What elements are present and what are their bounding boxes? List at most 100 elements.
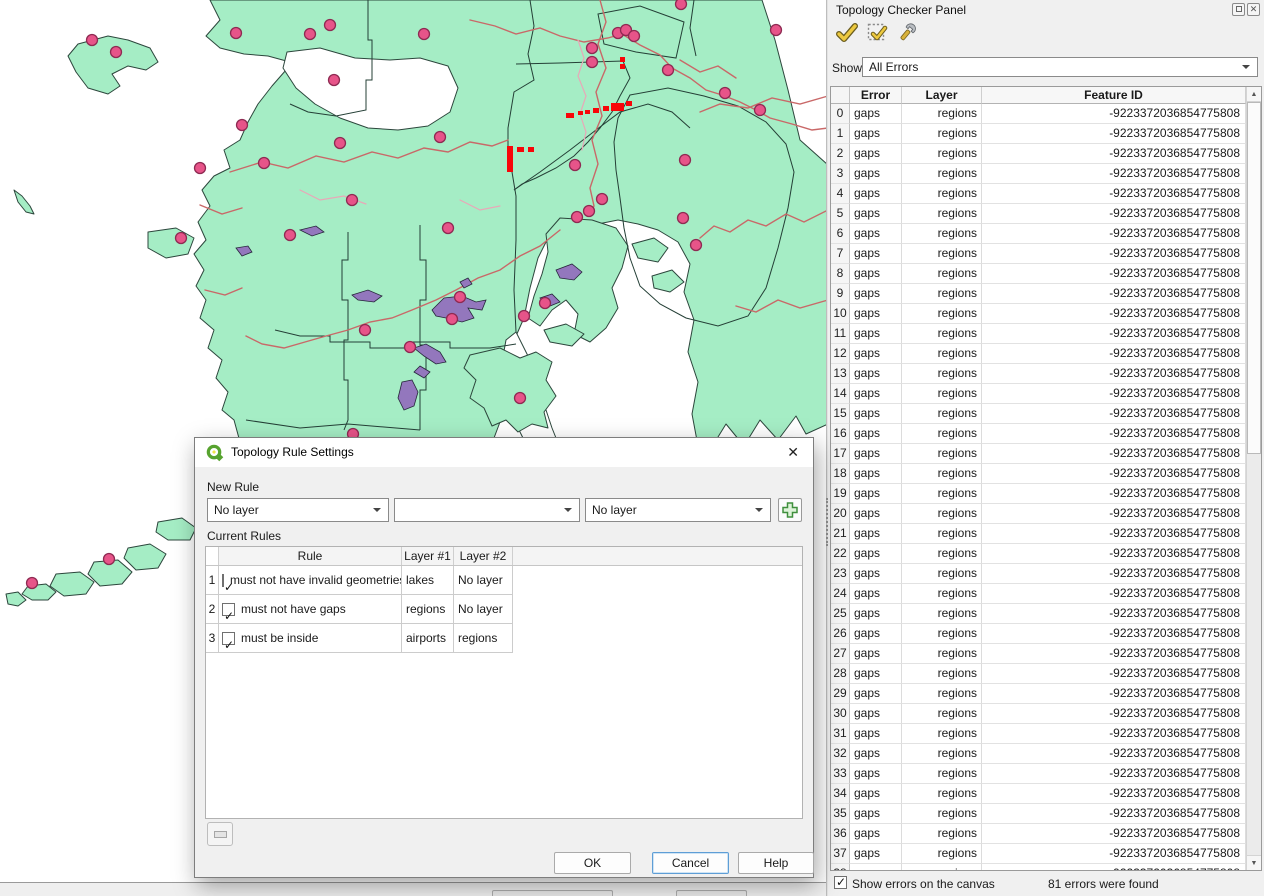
row-index[interactable]: 12: [831, 344, 850, 364]
cancel-button[interactable]: Cancel: [652, 852, 729, 874]
validate-all-icon[interactable]: [834, 20, 860, 46]
rule-enabled-checkbox[interactable]: ✓: [222, 603, 235, 616]
row-index[interactable]: 37: [831, 844, 850, 864]
row-index[interactable]: 29: [831, 684, 850, 704]
row-index[interactable]: 10: [831, 304, 850, 324]
row-index[interactable]: 9: [831, 284, 850, 304]
scrollbar-thumb[interactable]: [1247, 102, 1261, 454]
table-row[interactable]: 6 gaps regions -9223372036854775808: [831, 224, 1261, 244]
table-row[interactable]: 31 gaps regions -9223372036854775808: [831, 724, 1261, 744]
row-index[interactable]: 22: [831, 544, 850, 564]
row-index[interactable]: 13: [831, 364, 850, 384]
row-index[interactable]: 4: [831, 184, 850, 204]
table-row[interactable]: 10 gaps regions -9223372036854775808: [831, 304, 1261, 324]
row-index[interactable]: 21: [831, 524, 850, 544]
show-filter-select[interactable]: All Errors: [862, 57, 1258, 77]
header-layer[interactable]: Layer: [902, 87, 982, 104]
table-row[interactable]: 29 gaps regions -9223372036854775808: [831, 684, 1261, 704]
rule-layer2-select[interactable]: No layer: [585, 498, 771, 522]
row-index[interactable]: 28: [831, 664, 850, 684]
table-row[interactable]: 18 gaps regions -9223372036854775808: [831, 464, 1261, 484]
table-row[interactable]: 11 gaps regions -9223372036854775808: [831, 324, 1261, 344]
row-index[interactable]: 30: [831, 704, 850, 724]
table-row[interactable]: 4 gaps regions -9223372036854775808: [831, 184, 1261, 204]
table-row[interactable]: 27 gaps regions -9223372036854775808: [831, 644, 1261, 664]
row-index[interactable]: 15: [831, 404, 850, 424]
row-index[interactable]: 36: [831, 824, 850, 844]
table-row[interactable]: 30 gaps regions -9223372036854775808: [831, 704, 1261, 724]
table-row[interactable]: 24 gaps regions -9223372036854775808: [831, 584, 1261, 604]
scroll-down-icon[interactable]: ▼: [1247, 855, 1261, 870]
row-index[interactable]: 33: [831, 764, 850, 784]
table-row[interactable]: 34 gaps regions -9223372036854775808: [831, 784, 1261, 804]
scroll-up-icon[interactable]: ▲: [1247, 87, 1261, 102]
table-row[interactable]: 32 gaps regions -9223372036854775808: [831, 744, 1261, 764]
table-row[interactable]: 14 gaps regions -9223372036854775808: [831, 384, 1261, 404]
header-layer2[interactable]: Layer #2: [454, 547, 513, 565]
row-index[interactable]: 7: [831, 244, 850, 264]
table-row[interactable]: 15 gaps regions -9223372036854775808: [831, 404, 1261, 424]
row-index[interactable]: 1: [831, 124, 850, 144]
table-row[interactable]: 9 gaps regions -9223372036854775808: [831, 284, 1261, 304]
row-index[interactable]: 31: [831, 724, 850, 744]
rule-enabled-checkbox[interactable]: ✓: [222, 632, 235, 645]
row-index[interactable]: 16: [831, 424, 850, 444]
ok-button[interactable]: OK: [554, 852, 631, 874]
rule-enabled-checkbox[interactable]: ✓: [222, 574, 224, 587]
header-feature-id[interactable]: Feature ID: [982, 87, 1246, 104]
configure-icon[interactable]: [894, 20, 920, 46]
row-index[interactable]: 19: [831, 484, 850, 504]
table-row[interactable]: 28 gaps regions -9223372036854775808: [831, 664, 1261, 684]
dialog-titlebar[interactable]: Topology Rule Settings ✕: [195, 438, 813, 467]
table-row[interactable]: 17 gaps regions -9223372036854775808: [831, 444, 1261, 464]
row-index[interactable]: 26: [831, 624, 850, 644]
row-index[interactable]: 38: [831, 864, 850, 871]
row-index[interactable]: 27: [831, 644, 850, 664]
table-row[interactable]: 21 gaps regions -9223372036854775808: [831, 524, 1261, 544]
row-index[interactable]: 6: [831, 224, 850, 244]
show-errors-checkbox[interactable]: ✓: [834, 876, 847, 889]
header-error[interactable]: Error: [850, 87, 902, 104]
delete-rule-button[interactable]: [207, 822, 233, 846]
row-index[interactable]: 18: [831, 464, 850, 484]
row-index[interactable]: 5: [831, 204, 850, 224]
table-row[interactable]: 8 gaps regions -9223372036854775808: [831, 264, 1261, 284]
row-index[interactable]: 20: [831, 504, 850, 524]
float-panel-icon[interactable]: [1232, 3, 1245, 16]
table-row[interactable]: 19 gaps regions -9223372036854775808: [831, 484, 1261, 504]
rule-row[interactable]: 1 ✓ must not have invalid geometries lak…: [206, 566, 802, 595]
row-index[interactable]: 2: [831, 144, 850, 164]
row-index[interactable]: 25: [831, 604, 850, 624]
table-row[interactable]: 13 gaps regions -9223372036854775808: [831, 364, 1261, 384]
table-row[interactable]: 5 gaps regions -9223372036854775808: [831, 204, 1261, 224]
validate-extent-icon[interactable]: [864, 20, 890, 46]
table-row[interactable]: 2 gaps regions -9223372036854775808: [831, 144, 1261, 164]
close-panel-icon[interactable]: ✕: [1247, 3, 1260, 16]
table-row[interactable]: 1 gaps regions -9223372036854775808: [831, 124, 1261, 144]
row-index[interactable]: 0: [831, 104, 850, 124]
row-index[interactable]: 24: [831, 584, 850, 604]
table-row[interactable]: 0 gaps regions -9223372036854775808: [831, 104, 1261, 124]
rule-type-select[interactable]: [394, 498, 580, 522]
table-row[interactable]: 26 gaps regions -9223372036854775808: [831, 624, 1261, 644]
row-index[interactable]: 8: [831, 264, 850, 284]
table-row[interactable]: 16 gaps regions -9223372036854775808: [831, 424, 1261, 444]
row-index[interactable]: 17: [831, 444, 850, 464]
errors-table-scrollbar[interactable]: ▲ ▼: [1246, 87, 1261, 870]
add-rule-button[interactable]: [778, 498, 802, 522]
table-row[interactable]: 33 gaps regions -9223372036854775808: [831, 764, 1261, 784]
table-row[interactable]: 23 gaps regions -9223372036854775808: [831, 564, 1261, 584]
rule-row[interactable]: 3 ✓ must be inside airports regions: [206, 624, 802, 653]
table-row[interactable]: 25 gaps regions -9223372036854775808: [831, 604, 1261, 624]
row-index[interactable]: 34: [831, 784, 850, 804]
dialog-close-icon[interactable]: ✕: [787, 444, 799, 460]
table-row[interactable]: 20 gaps regions -9223372036854775808: [831, 504, 1261, 524]
row-index[interactable]: 11: [831, 324, 850, 344]
row-index[interactable]: 14: [831, 384, 850, 404]
row-index[interactable]: 32: [831, 744, 850, 764]
header-rule[interactable]: Rule: [219, 547, 402, 565]
table-row[interactable]: 37 gaps regions -9223372036854775808: [831, 844, 1261, 864]
table-row[interactable]: 22 gaps regions -9223372036854775808: [831, 544, 1261, 564]
rule-row[interactable]: 2 ✓ must not have gaps regions No layer: [206, 595, 802, 624]
row-index[interactable]: 3: [831, 164, 850, 184]
